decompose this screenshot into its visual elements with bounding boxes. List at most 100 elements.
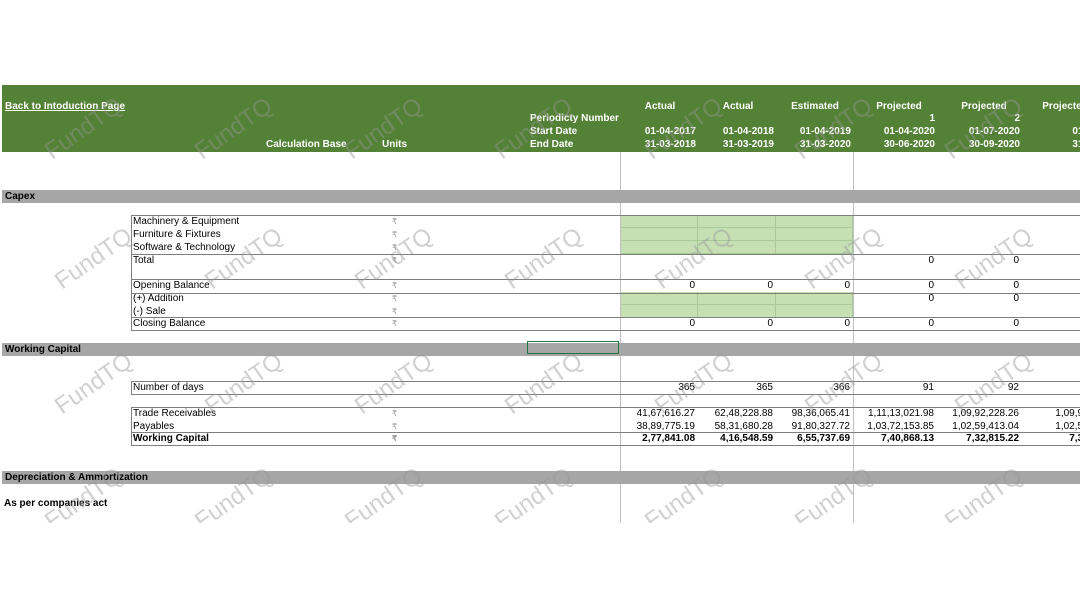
period-num: 1 xyxy=(929,113,935,124)
unit-rupee: ₹ xyxy=(392,230,398,239)
period-start: 01-07-2020 xyxy=(968,126,1020,137)
input-cell[interactable] xyxy=(698,215,776,228)
row-border xyxy=(131,407,1080,408)
unit-rupee: ₹ xyxy=(392,434,398,443)
period-type: Projected xyxy=(961,101,1007,112)
input-cell[interactable] xyxy=(621,228,698,241)
period-end: 31-03-2019 xyxy=(722,139,774,150)
table-row: Furniture & Fixtures ₹ xyxy=(0,228,1080,241)
value-cell[interactable]: 7,32,815.22 xyxy=(943,432,1019,445)
value-cell[interactable]: 62,48,228.88 xyxy=(697,407,773,420)
value-cell[interactable]: 0 xyxy=(943,254,1019,267)
table-row: Closing Balance ₹0 0 0 0 0 xyxy=(0,317,1080,330)
section-capex: Capex xyxy=(2,190,1080,203)
value-cell[interactable]: 365 xyxy=(697,381,773,394)
row-border xyxy=(131,445,1080,446)
period-type: Projecte xyxy=(1042,101,1080,112)
period-num: 2 xyxy=(1014,113,1020,124)
row-border xyxy=(131,330,1080,331)
value-cell[interactable]: 92 xyxy=(943,381,1019,394)
value-cell[interactable]: 4,16,548.59 xyxy=(697,432,773,445)
back-link[interactable]: Back to Intoduction Page xyxy=(5,101,125,112)
period-type: Estimated xyxy=(791,101,839,112)
unit-rupee: ₹ xyxy=(392,217,398,226)
table-row: Number of days 365 365 366 91 92 xyxy=(0,381,1080,394)
value-cell[interactable]: 0 xyxy=(858,254,934,267)
value-cell[interactable]: 1,11,13,021.98 xyxy=(858,407,934,420)
value-cell[interactable]: 0 xyxy=(943,317,1019,330)
row-label: Machinery & Equipment xyxy=(133,216,240,227)
total-border xyxy=(131,254,1080,255)
section-depreciation: Depreciation & Ammortization xyxy=(2,471,1080,484)
input-cell[interactable] xyxy=(621,241,698,254)
period-end: 30-09-2020 xyxy=(968,139,1020,150)
unit-rupee: ₹ xyxy=(392,409,398,418)
row-label: Closing Balance xyxy=(133,318,206,329)
value-cell[interactable]: 2,77,841.08 xyxy=(619,432,695,445)
value-cell[interactable]: 7,32,8 xyxy=(1021,432,1080,445)
end-date-label: End Date xyxy=(530,139,574,150)
unit-rupee: ₹ xyxy=(392,319,398,328)
unit-rupee: ₹ xyxy=(392,281,398,290)
table-row: Trade Receivables ₹41,67,616.27 62,48,228.… xyxy=(0,407,1080,420)
value-cell[interactable]: 0 xyxy=(858,279,934,292)
value-cell[interactable]: 0 xyxy=(697,279,773,292)
value-cell[interactable]: 1,09,92,228.26 xyxy=(943,407,1019,420)
row-label: Furniture & Fixtures xyxy=(133,229,221,240)
period-start: 01-10 xyxy=(1072,126,1080,137)
period-type: Actual xyxy=(722,101,754,112)
period-type: Actual xyxy=(644,101,676,112)
total-border xyxy=(131,432,1080,433)
value-cell[interactable]: 0 xyxy=(774,279,850,292)
input-cell[interactable] xyxy=(776,215,853,228)
companies-act-label: As per companies act xyxy=(4,498,108,509)
value-cell[interactable]: 0 xyxy=(774,317,850,330)
value-cell[interactable]: 0 xyxy=(858,317,934,330)
period-end: 31-03-2018 xyxy=(644,139,696,150)
start-date-label: Start Date xyxy=(530,126,578,137)
row-label: Total xyxy=(133,255,155,266)
unit-rupee: ₹ xyxy=(392,243,398,252)
table-row: Machinery & Equipment ₹ xyxy=(0,215,1080,228)
input-cell[interactable] xyxy=(621,215,698,228)
units-header: Units xyxy=(382,139,407,150)
value-cell[interactable]: 366 xyxy=(774,381,850,394)
value-cell[interactable]: 0 xyxy=(619,317,695,330)
period-end: 31-03-2020 xyxy=(799,139,851,150)
input-cell[interactable] xyxy=(698,228,776,241)
value-cell[interactable]: 91 xyxy=(858,381,934,394)
period-start: 01-04-2018 xyxy=(722,126,774,137)
selected-cell[interactable] xyxy=(527,341,619,354)
value-cell[interactable]: 1,09,92,2 xyxy=(1021,407,1080,420)
period-end: 31-12 xyxy=(1072,139,1080,150)
input-cell[interactable] xyxy=(776,228,853,241)
value-cell[interactable]: 0 xyxy=(697,317,773,330)
value-cell[interactable]: 98,36,065.41 xyxy=(774,407,850,420)
row-label: Number of days xyxy=(133,382,204,393)
period-type: Projected xyxy=(876,101,922,112)
input-cell[interactable] xyxy=(776,241,853,254)
value-cell[interactable]: 6,55,737.69 xyxy=(774,432,850,445)
value-cell[interactable]: 7,40,868.13 xyxy=(858,432,934,445)
table-row: Total ₹0 0 xyxy=(0,254,1080,267)
row-border xyxy=(131,394,1080,395)
table-row: Working Capital ₹2,77,841.08 4,16,548.59 6,… xyxy=(0,432,1080,445)
table-row: Opening Balance ₹0 0 0 0 0 xyxy=(0,279,1080,292)
input-cell[interactable] xyxy=(698,241,776,254)
period-start: 01-04-2019 xyxy=(799,126,851,137)
period-end: 30-06-2020 xyxy=(883,139,935,150)
period-start: 01-04-2017 xyxy=(644,126,696,137)
row-border xyxy=(131,293,1080,294)
calc-base-header: Calculation Base xyxy=(266,139,347,150)
total-border xyxy=(131,317,1080,318)
row-border xyxy=(131,381,1080,382)
value-cell[interactable]: 365 xyxy=(619,381,695,394)
row-label: Opening Balance xyxy=(133,280,210,291)
row-label: Software & Technology xyxy=(133,242,236,253)
value-cell[interactable]: 0 xyxy=(943,279,1019,292)
value-cell[interactable]: 0 xyxy=(619,279,695,292)
value-cell[interactable]: 41,67,616.27 xyxy=(619,407,695,420)
spreadsheet[interactable]: Back to Intoduction Page Calculation Bas… xyxy=(0,85,1080,523)
row-border xyxy=(131,279,1080,280)
unit-rupee: ₹ xyxy=(392,256,398,265)
